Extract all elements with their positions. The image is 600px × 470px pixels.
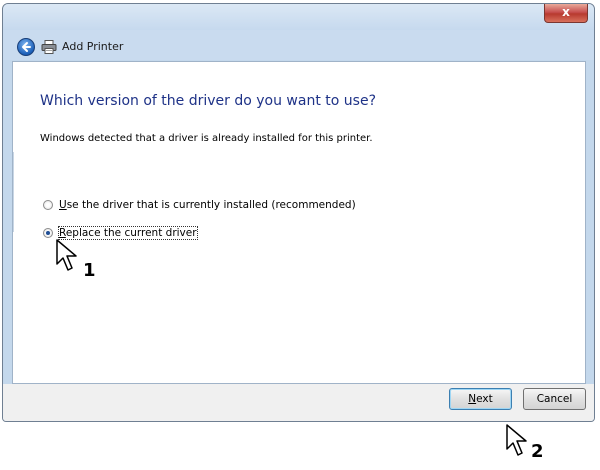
next-button[interactable]: Next	[449, 388, 512, 410]
content-divider	[13, 152, 14, 232]
window-title: Add Printer	[62, 40, 124, 53]
radio-use-installed-driver[interactable]: Use the driver that is currently install…	[43, 199, 356, 211]
title-bar[interactable]: x	[3, 4, 594, 30]
mouse-pointer-icon	[56, 239, 77, 271]
cancel-button[interactable]: Cancel	[523, 388, 586, 410]
radio-button-replace[interactable]	[43, 228, 53, 238]
radio-label-replace: Replace the current driver	[58, 226, 198, 240]
page-description: Windows detected that a driver is alread…	[40, 133, 373, 144]
step-2-label: 2	[531, 441, 544, 462]
printer-icon	[41, 40, 57, 54]
wizard-content: Which version of the driver do you want …	[12, 61, 586, 384]
page-heading: Which version of the driver do you want …	[40, 93, 376, 109]
add-printer-window: x Add Printer Which version of the drive…	[2, 3, 595, 422]
back-button[interactable]	[17, 38, 35, 56]
radio-replace-driver[interactable]: Replace the current driver	[43, 226, 198, 240]
back-arrow-icon	[22, 42, 31, 52]
wizard-nav-bar: Add Printer	[3, 30, 594, 60]
radio-button-use-installed[interactable]	[43, 200, 53, 210]
close-icon: x	[562, 5, 570, 19]
close-button[interactable]: x	[544, 4, 588, 23]
radio-label-use-installed: Use the driver that is currently install…	[59, 199, 356, 211]
step-1-label: 1	[83, 260, 96, 281]
wizard-footer: Next Cancel	[3, 384, 594, 421]
mouse-pointer-icon	[506, 424, 527, 456]
